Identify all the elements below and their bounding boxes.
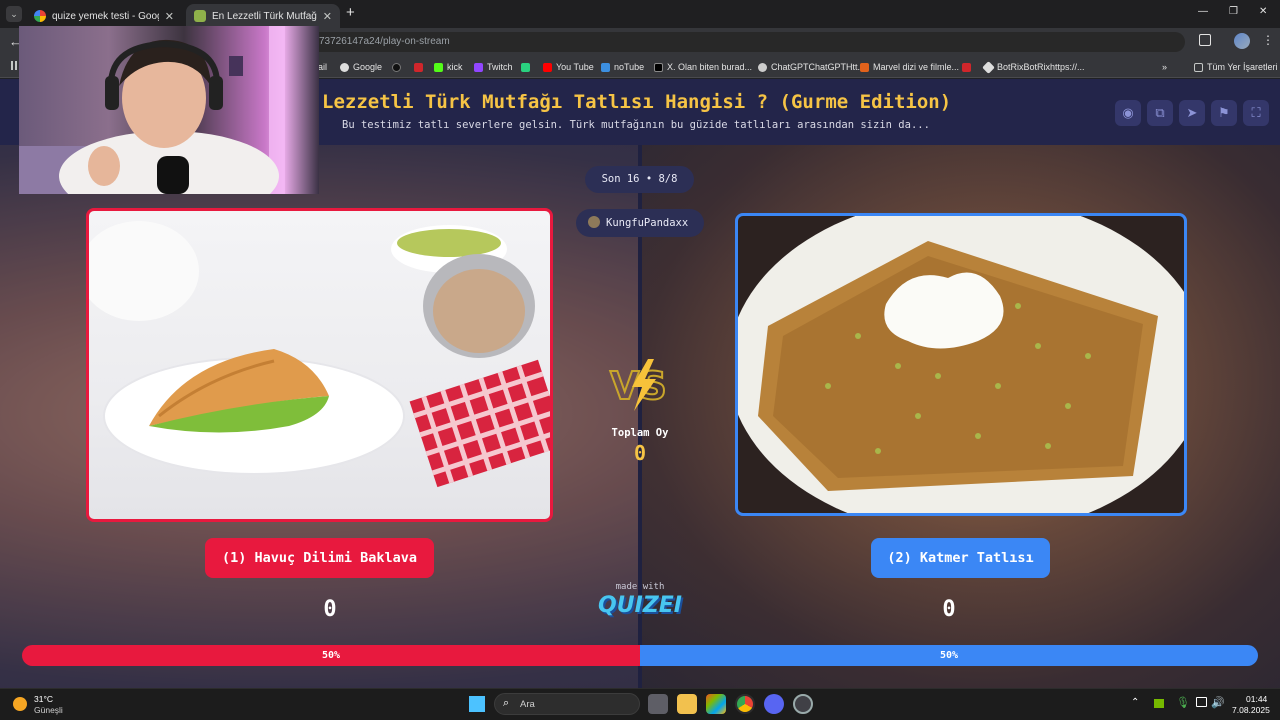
file-explorer-icon[interactable] (677, 694, 697, 714)
baklava-image (89, 221, 550, 488)
network-icon[interactable] (1196, 697, 1207, 707)
weather-sun-icon[interactable] (13, 697, 27, 711)
total-votes-label: Toplam Oy (611, 427, 669, 439)
clock-date[interactable]: 7.08.2025 (1232, 705, 1270, 715)
streamer-avatar (588, 216, 600, 228)
vs-lightning-icon: VS (609, 359, 668, 411)
notube-icon (601, 62, 610, 72)
restore-button[interactable]: ❐ (1229, 6, 1238, 17)
weather-temp: 31°C (34, 694, 53, 704)
red-logo-icon (414, 62, 423, 72)
tab-list-button[interactable]: ⌄ (6, 6, 22, 22)
folder-icon (1194, 62, 1203, 72)
twitch-icon (474, 62, 483, 72)
tab-title: En Lezzetli Türk Mutfağı Tatlısı H (212, 10, 317, 22)
chatgpt-icon (758, 62, 767, 72)
send-icon[interactable]: ➤ (1179, 100, 1205, 126)
tray-chevron-icon[interactable]: ⌃ (1131, 697, 1139, 708)
option-2-image-card[interactable] (735, 213, 1187, 516)
bookmark-botrix[interactable]: BotRixBotRixhttps://... (982, 60, 1085, 74)
page-title: Lezzetli Türk Mutfağı Tatlısı Hangisi ? … (322, 91, 952, 113)
close-tab-icon[interactable]: ✕ (317, 10, 332, 23)
store-icon[interactable] (706, 694, 726, 714)
google-icon (34, 10, 46, 22)
microphone-icon[interactable]: 🎙 (1176, 696, 1190, 709)
option-1-image-card[interactable] (86, 208, 553, 522)
tab-title: quize yemek testi - Google'da A (52, 10, 159, 22)
option-1-score: 0 (323, 597, 337, 622)
new-tab-button[interactable]: + (346, 4, 355, 21)
x-logo-icon (654, 62, 663, 72)
task-view-icon[interactable] (648, 694, 668, 714)
clock-time[interactable]: 01:44 (1246, 694, 1267, 704)
bookmark-green[interactable] (521, 61, 534, 73)
total-votes-value: 0 (633, 441, 647, 465)
close-tab-icon[interactable]: ✕ (159, 10, 174, 23)
round-badge: Son 16 • 8/8 (585, 166, 694, 193)
option-1-percent-bar: 50% (22, 645, 640, 666)
bookmark-google[interactable]: Google (340, 61, 382, 73)
bookmark-youtube[interactable]: You Tube (543, 61, 594, 73)
marvel-icon (860, 62, 869, 72)
google-icon (340, 62, 349, 72)
windows-taskbar (0, 688, 1280, 720)
bookmark-kick[interactable]: kick (434, 61, 463, 73)
profile-avatar[interactable] (1234, 33, 1250, 49)
fullscreen-icon[interactable]: ⛶ (1243, 100, 1269, 126)
option-2-button[interactable]: (2) Katmer Tatlısı (871, 538, 1050, 578)
all-bookmarks[interactable]: Tüm Yer İşaretleri (1194, 61, 1278, 73)
bookmark-twitch[interactable]: Twitch (474, 61, 513, 73)
weather-desc: Güneşli (34, 705, 63, 715)
bookmark-notube[interactable]: noTube (601, 61, 644, 73)
flag-icon[interactable]: ⚑ (1211, 100, 1237, 126)
streamer-name: KungfuPandaxx (606, 217, 689, 229)
quiz-site-icon (194, 10, 206, 22)
streamer-badge: KungfuPandaxx (576, 209, 704, 237)
bookmark-red-2[interactable] (962, 61, 975, 73)
address-bar[interactable]: 73726147a24/play-on-stream (305, 32, 1185, 52)
eye-icon[interactable]: ◉ (1115, 100, 1141, 126)
option-1-button[interactable]: (1) Havuç Dilimi Baklava (205, 538, 434, 578)
botrix-icon (982, 60, 995, 74)
quiz-description: Bu testimiz tatlı severlere gelsin. Türk… (342, 119, 930, 131)
browser-tab[interactable]: quize yemek testi - Google'da A ✕ (26, 4, 182, 28)
windows-start-icon[interactable] (469, 696, 485, 712)
bookmark-marvel[interactable]: Marvel dizi ve filmle... (860, 61, 959, 73)
option-2-percent-bar: 50% (640, 645, 1258, 666)
browser-tab-active[interactable]: En Lezzetli Türk Mutfağı Tatlısı H ✕ (186, 4, 340, 28)
youtube-icon (543, 62, 552, 72)
bookmark-chatgpt[interactable]: ChatGPTChatGPTHtt... (758, 61, 865, 73)
minimize-button[interactable]: — (1198, 6, 1208, 17)
more-bookmarks-icon[interactable]: » (1162, 61, 1167, 73)
quizei-logo[interactable]: QUIZEI (592, 593, 688, 618)
circle-icon (392, 62, 401, 72)
made-with-label: made with (615, 582, 665, 592)
streamer-webcam (19, 26, 285, 194)
discord-icon[interactable] (764, 694, 784, 714)
bookmark-icon-red[interactable] (414, 61, 427, 73)
bookmark-x[interactable]: X. Olan biten burad... (654, 61, 752, 73)
obs-icon[interactable] (793, 694, 813, 714)
taskbar-search[interactable]: ⌕ Ara (494, 693, 640, 715)
bookmark-gmail[interactable]: ail (318, 61, 327, 73)
search-icon: ⌕ (503, 697, 510, 709)
share-icon[interactable]: ⧉ (1147, 100, 1173, 126)
kick-icon (434, 62, 443, 72)
search-placeholder: Ara (520, 699, 535, 710)
extensions-icon[interactable] (1199, 34, 1211, 46)
webcam-overlay (19, 26, 319, 194)
option-2-score: 0 (942, 597, 956, 622)
browser-tab-bar: ⌄ quize yemek testi - Google'da A ✕ En L… (0, 0, 1280, 28)
green-app-icon (521, 62, 530, 72)
close-window-button[interactable]: ✕ (1259, 6, 1267, 17)
menu-kebab-icon[interactable]: ⋮ (1262, 33, 1274, 47)
red-logo-icon (962, 62, 971, 72)
chrome-icon[interactable] (735, 694, 755, 714)
nvidia-icon[interactable] (1154, 699, 1164, 708)
bookmark-icon-black[interactable] (392, 61, 405, 73)
katmer-image (738, 216, 1184, 513)
volume-icon[interactable]: 🔊 (1211, 696, 1225, 709)
